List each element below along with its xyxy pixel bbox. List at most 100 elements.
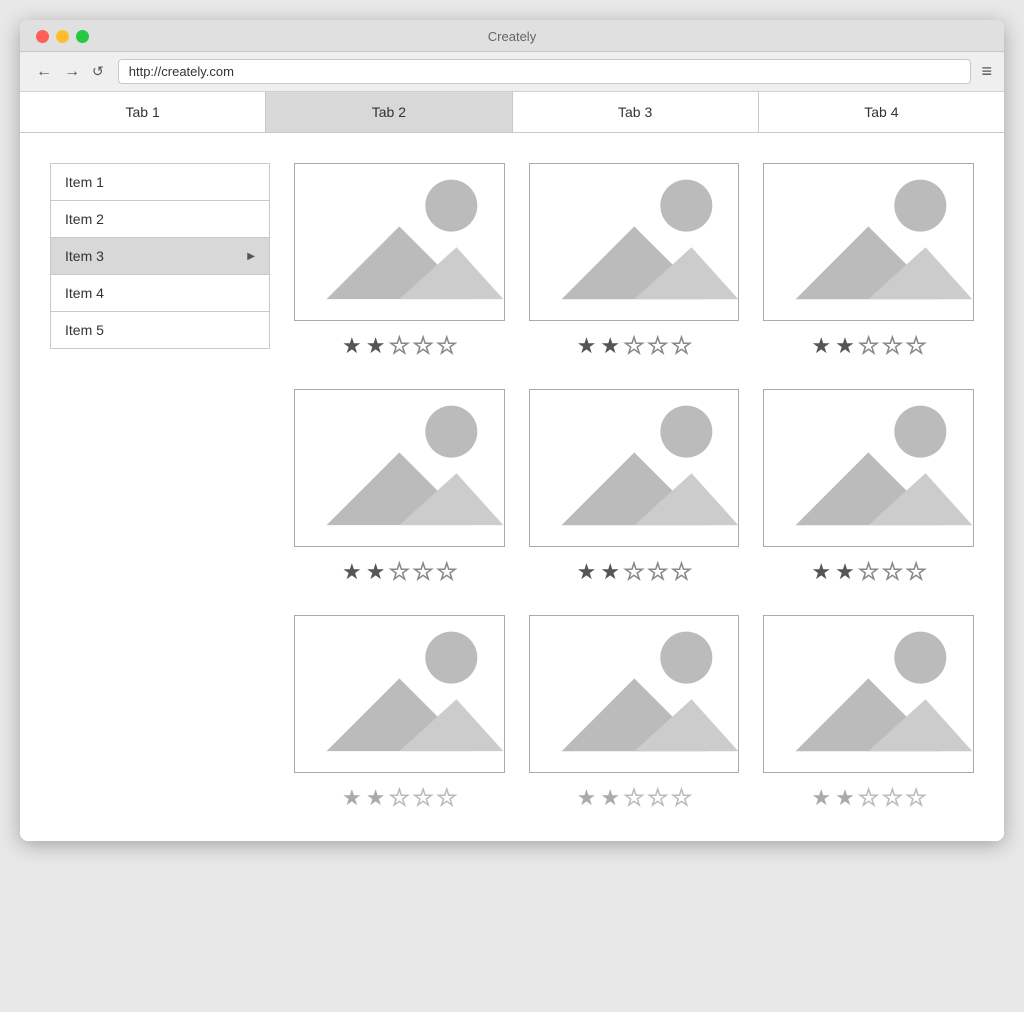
close-button[interactable]: [36, 30, 49, 43]
url-input[interactable]: [118, 59, 972, 84]
star-empty: ★: [648, 559, 668, 585]
grid-row-3: ★ ★ ★ ★ ★: [294, 615, 974, 811]
menu-item-1[interactable]: Item 1: [51, 164, 269, 201]
back-button[interactable]: ←: [32, 61, 56, 83]
stars-2-2: ★ ★ ★ ★ ★: [577, 559, 692, 585]
stars-2-1: ★ ★ ★ ★ ★: [342, 559, 457, 585]
star-filled: ★: [342, 785, 362, 811]
star-filled: ★: [577, 333, 597, 359]
window-title: Creately: [488, 29, 536, 44]
star-filled: ★: [600, 785, 620, 811]
star-filled: ★: [811, 785, 831, 811]
grid-cell-2-2: ★ ★ ★ ★ ★: [529, 389, 740, 585]
grid-area: ★ ★ ★ ★ ★: [294, 163, 974, 811]
menu-item-3[interactable]: Item 3 ▶: [51, 238, 269, 275]
star-empty: ★: [413, 785, 433, 811]
tab-1[interactable]: Tab 1: [20, 92, 266, 132]
star-empty: ★: [389, 333, 409, 359]
image-placeholder-1-2: [529, 163, 740, 321]
image-placeholder-2-2: [529, 389, 740, 547]
menu-item-4[interactable]: Item 4: [51, 275, 269, 312]
star-filled: ★: [366, 333, 386, 359]
stars-3-3: ★ ★ ★ ★ ★: [811, 785, 926, 811]
stars-1-1: ★ ★ ★ ★ ★: [342, 333, 457, 359]
star-empty: ★: [883, 559, 903, 585]
star-empty: ★: [648, 785, 668, 811]
image-placeholder-1-1: [294, 163, 505, 321]
image-placeholder-2-3: [763, 389, 974, 547]
grid-cell-2-3: ★ ★ ★ ★ ★: [763, 389, 974, 585]
stars-1-3: ★ ★ ★ ★ ★: [811, 333, 926, 359]
refresh-button[interactable]: ↺: [88, 61, 108, 82]
grid-row-2: ★ ★ ★ ★ ★: [294, 389, 974, 585]
grid-cell-3-2: ★ ★ ★ ★ ★: [529, 615, 740, 811]
star-filled: ★: [366, 785, 386, 811]
star-empty: ★: [389, 785, 409, 811]
maximize-button[interactable]: [76, 30, 89, 43]
star-empty: ★: [859, 785, 879, 811]
star-empty: ★: [437, 559, 457, 585]
grid-cell-3-1: ★ ★ ★ ★ ★: [294, 615, 505, 811]
star-empty: ★: [906, 333, 926, 359]
star-empty: ★: [624, 785, 644, 811]
star-empty: ★: [672, 785, 692, 811]
star-empty: ★: [389, 559, 409, 585]
image-placeholder-3-2: [529, 615, 740, 773]
minimize-button[interactable]: [56, 30, 69, 43]
traffic-lights: [36, 30, 89, 43]
grid-cell-2-1: ★ ★ ★ ★ ★: [294, 389, 505, 585]
tab-2[interactable]: Tab 2: [266, 92, 512, 132]
address-bar: ← → ↺ ≡: [20, 52, 1004, 92]
star-empty: ★: [859, 333, 879, 359]
image-placeholder-3-3: [763, 615, 974, 773]
star-empty: ★: [883, 785, 903, 811]
arrow-icon: ▶: [247, 251, 255, 262]
star-filled: ★: [577, 785, 597, 811]
nav-buttons: ← → ↺: [32, 61, 108, 83]
grid-cell-3-3: ★ ★ ★ ★ ★: [763, 615, 974, 811]
forward-button[interactable]: →: [60, 61, 84, 83]
menu-item-2[interactable]: Item 2: [51, 201, 269, 238]
star-empty: ★: [413, 333, 433, 359]
star-empty: ★: [413, 559, 433, 585]
stars-3-2: ★ ★ ★ ★ ★: [577, 785, 692, 811]
image-placeholder-1-3: [763, 163, 974, 321]
star-empty: ★: [672, 559, 692, 585]
star-filled: ★: [366, 559, 386, 585]
browser-menu-icon[interactable]: ≡: [981, 61, 992, 82]
star-filled: ★: [600, 333, 620, 359]
menu-item-5[interactable]: Item 5: [51, 312, 269, 348]
image-placeholder-2-1: [294, 389, 505, 547]
grid-cell-1-1: ★ ★ ★ ★ ★: [294, 163, 505, 359]
grid-row-1: ★ ★ ★ ★ ★: [294, 163, 974, 359]
star-filled: ★: [577, 559, 597, 585]
star-filled: ★: [811, 559, 831, 585]
star-empty: ★: [883, 333, 903, 359]
tabs-bar: Tab 1 Tab 2 Tab 3 Tab 4: [20, 92, 1004, 133]
star-empty: ★: [624, 333, 644, 359]
star-empty: ★: [906, 559, 926, 585]
grid-cell-1-3: ★ ★ ★ ★ ★: [763, 163, 974, 359]
tab-3[interactable]: Tab 3: [513, 92, 759, 132]
star-empty: ★: [906, 785, 926, 811]
image-placeholder-3-1: [294, 615, 505, 773]
tab-4[interactable]: Tab 4: [759, 92, 1004, 132]
star-empty: ★: [437, 333, 457, 359]
star-empty: ★: [648, 333, 668, 359]
star-filled: ★: [835, 559, 855, 585]
star-empty: ★: [437, 785, 457, 811]
star-filled: ★: [835, 333, 855, 359]
stars-3-1: ★ ★ ★ ★ ★: [342, 785, 457, 811]
star-empty: ★: [859, 559, 879, 585]
browser-window: Creately ← → ↺ ≡ Tab 1 Tab 2 Tab 3 Tab 4…: [20, 20, 1004, 841]
star-empty: ★: [672, 333, 692, 359]
main-content: Item 1 Item 2 Item 3 ▶ Item 4 Item 5: [20, 133, 1004, 841]
star-filled: ★: [835, 785, 855, 811]
star-filled: ★: [811, 333, 831, 359]
title-bar: Creately: [20, 20, 1004, 52]
star-filled: ★: [342, 559, 362, 585]
star-filled: ★: [342, 333, 362, 359]
left-menu: Item 1 Item 2 Item 3 ▶ Item 4 Item 5: [50, 163, 270, 349]
grid-cell-1-2: ★ ★ ★ ★ ★: [529, 163, 740, 359]
stars-2-3: ★ ★ ★ ★ ★: [811, 559, 926, 585]
